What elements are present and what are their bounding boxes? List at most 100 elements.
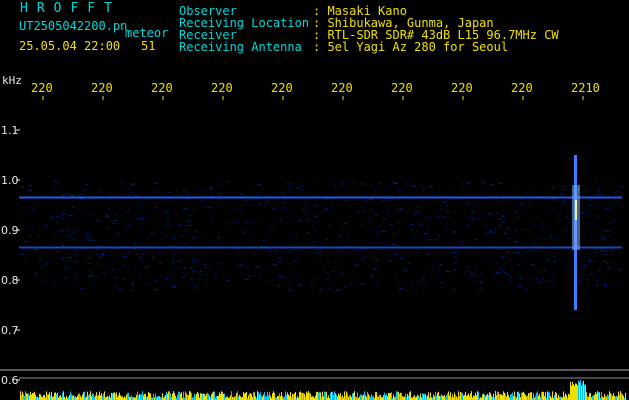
activity-bar: [155, 393, 156, 400]
activity-bar: [282, 396, 283, 400]
noise-speck: [542, 278, 544, 280]
activity-bar: [326, 391, 327, 400]
activity-bar: [53, 396, 54, 400]
noise-speck: [221, 272, 224, 274]
activity-bar: [202, 393, 203, 400]
x-tick-label: 220: [451, 81, 473, 95]
activity-bar: [191, 393, 192, 400]
noise-speck: [378, 181, 382, 183]
activity-bar: [292, 394, 293, 400]
noise-speck: [209, 210, 211, 211]
noise-speck: [534, 266, 537, 268]
noise-speck: [467, 202, 470, 204]
noise-speck: [526, 260, 528, 262]
noise-speck: [213, 274, 218, 276]
activity-bar: [416, 396, 417, 400]
noise-speck: [130, 289, 134, 291]
activity-bar: [302, 392, 303, 400]
noise-speck: [68, 215, 71, 217]
noise-speck: [88, 262, 93, 264]
activity-bar: [294, 393, 295, 400]
activity-bar: [371, 394, 372, 400]
noise-speck: [288, 222, 290, 224]
activity-bar: [521, 392, 522, 400]
activity-bar: [240, 396, 241, 400]
noise-speck: [230, 273, 233, 275]
noise-speck: [527, 186, 530, 188]
noise-speck: [606, 263, 610, 265]
noise-speck: [185, 286, 189, 288]
noise-speck: [614, 192, 617, 193]
noise-speck: [69, 220, 71, 222]
activity-bar: [461, 392, 462, 400]
noise-speck: [71, 206, 75, 208]
noise-speck: [422, 189, 425, 191]
noise-speck: [311, 225, 315, 227]
noise-speck: [313, 285, 315, 286]
activity-bar: [621, 392, 622, 400]
activity-bar: [177, 395, 178, 400]
activity-bar: [120, 395, 121, 400]
activity-bar: [25, 391, 26, 400]
activity-bar: [504, 392, 505, 400]
noise-speck: [376, 268, 379, 270]
noise-speck: [153, 227, 155, 229]
activity-bar: [211, 394, 212, 400]
noise-speck: [553, 256, 557, 258]
noise-speck: [265, 227, 267, 229]
noise-speck: [545, 210, 548, 212]
activity-bar: [95, 395, 96, 400]
noise-speck: [336, 250, 340, 252]
activity-bar: [543, 392, 544, 400]
activity-bar: [458, 391, 459, 400]
noise-speck: [217, 237, 221, 239]
activity-bar: [237, 391, 238, 400]
activity-bar: [112, 393, 113, 400]
noise-speck: [313, 241, 316, 243]
noise-speck: [73, 254, 77, 256]
noise-speck: [228, 229, 231, 231]
noise-speck: [131, 183, 136, 185]
noise-speck: [454, 262, 457, 264]
activity-bar: [556, 393, 557, 400]
activity-bar: [244, 393, 245, 400]
activity-bar: [139, 394, 140, 400]
noise-speck: [506, 237, 510, 239]
noise-speck: [580, 216, 582, 218]
noise-speck: [453, 256, 458, 258]
noise-speck: [325, 272, 329, 274]
noise-speck: [566, 248, 568, 250]
activity-bar: [550, 395, 551, 400]
noise-speck: [183, 243, 187, 245]
noise-speck: [121, 208, 123, 210]
noise-speck: [438, 255, 440, 257]
activity-bar: [143, 395, 144, 400]
noise-speck: [517, 217, 520, 219]
activity-bar: [581, 385, 582, 400]
x-tick-label: 220: [391, 81, 413, 95]
activity-bar: [113, 392, 114, 400]
activity-bar: [563, 391, 564, 400]
noise-speck: [106, 204, 108, 206]
noise-speck: [499, 267, 501, 269]
noise-speck: [217, 184, 220, 186]
noise-speck: [406, 185, 411, 187]
noise-speck: [557, 215, 560, 217]
noise-speck: [188, 214, 192, 216]
activity-bar: [376, 392, 377, 400]
noise-speck: [272, 209, 275, 210]
noise-speck: [150, 231, 155, 233]
noise-speck: [444, 215, 446, 217]
noise-speck: [124, 193, 127, 195]
noise-speck: [392, 181, 396, 183]
noise-speck: [91, 275, 95, 276]
activity-bar: [246, 392, 247, 400]
activity-bar: [361, 394, 362, 400]
noise-speck: [567, 262, 569, 263]
activity-bar: [512, 392, 513, 400]
noise-speck: [257, 266, 261, 268]
activity-bar: [510, 394, 511, 400]
noise-speck: [524, 229, 528, 230]
activity-bar: [395, 396, 396, 400]
noise-speck: [96, 220, 100, 222]
